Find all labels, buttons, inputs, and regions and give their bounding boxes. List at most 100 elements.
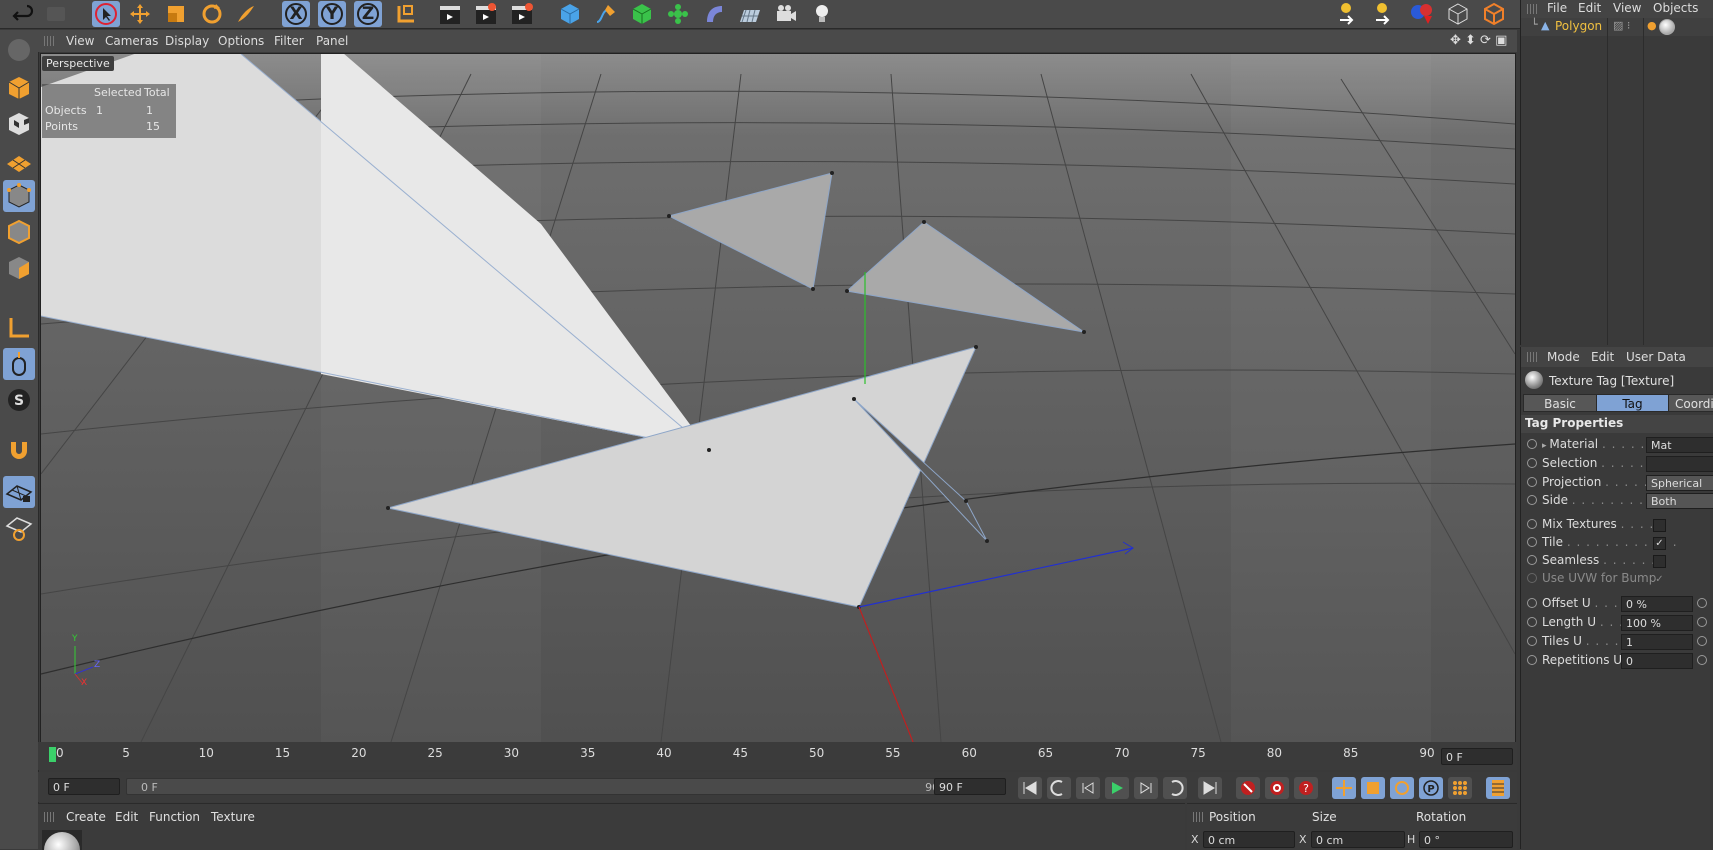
preview-range-slider[interactable]: 0 F 90 F [126,778,966,795]
camera-button[interactable] [772,1,800,27]
record-keys-button[interactable] [1236,777,1260,799]
repetitions-u-field[interactable]: 0 [1621,653,1693,669]
x-axis-lock-button[interactable]: X [282,1,310,27]
axis-settings-button[interactable] [1372,1,1400,27]
snap-button[interactable] [3,434,35,466]
menu-filter[interactable]: Filter [274,34,304,48]
scale-key-button[interactable] [1361,777,1385,799]
enable-axis-button[interactable] [3,312,35,344]
editor-visibility-icon[interactable]: ▨ ⁝ [1613,19,1630,32]
play-button[interactable] [1105,777,1129,799]
points-mode-button[interactable] [3,180,35,212]
tiles-u-field[interactable]: 1 [1621,634,1693,650]
scale-tool-button[interactable] [162,1,190,27]
redo-button[interactable] [42,1,70,27]
menu-display[interactable]: Display [165,34,209,48]
workplane-button[interactable] [3,144,35,176]
playhead-marker[interactable] [49,747,56,762]
material-thumbnail[interactable] [42,830,82,850]
animate-radio[interactable] [1527,636,1537,646]
keyframe-selection-button[interactable]: ? [1294,777,1318,799]
offset-u-field[interactable]: 0 % [1621,596,1693,612]
move-tool-button[interactable] [126,1,154,27]
material-menu-create[interactable]: Create [66,810,106,824]
animate-radio[interactable] [1527,537,1537,547]
light-button[interactable] [808,1,836,27]
selection-field[interactable] [1646,456,1713,472]
current-frame-field[interactable]: 0 F [1441,748,1513,765]
animate-radio[interactable] [1527,617,1537,627]
menu-view[interactable]: View [66,34,94,48]
autokeying-button[interactable] [1265,777,1289,799]
animate-radio-right[interactable] [1697,655,1707,665]
side-dropdown[interactable]: Both [1646,493,1713,509]
workplane-lock-button[interactable] [3,476,35,508]
menu-options[interactable]: Options [218,34,264,48]
animate-radio-right[interactable] [1697,636,1707,646]
point-level-key-button[interactable] [1448,777,1472,799]
animate-radio[interactable] [1527,495,1537,505]
solo-button[interactable]: S [3,384,35,416]
spline-button[interactable] [592,1,620,27]
render-view-button[interactable] [436,1,464,27]
array-button[interactable] [664,1,692,27]
rotate-tool-button[interactable] [198,1,226,27]
object-name[interactable]: Polygon [1555,19,1602,33]
material-link-field[interactable]: Mat [1646,437,1713,453]
timeline-ruler[interactable]: 0 5 10 15 20 25 30 35 40 45 50 55 60 65 70 75 80 85 90 0 F [38,742,1517,770]
size-x-field[interactable]: 0 cm [1311,831,1405,848]
y-axis-lock-button[interactable]: Y [318,1,346,27]
coordinate-system-button[interactable] [392,1,420,27]
seamless-checkbox[interactable] [1653,555,1666,568]
animate-radio[interactable] [1527,519,1537,529]
parameter-key-button[interactable]: P [1419,777,1443,799]
projection-dropdown[interactable]: Spherical [1646,475,1713,491]
mix-textures-checkbox[interactable] [1653,519,1666,532]
animate-radio[interactable] [1527,655,1537,665]
display-mode-button[interactable] [1480,1,1508,27]
workplane-align-button[interactable] [3,512,35,544]
rotation-h-field[interactable]: 0 ° [1419,831,1513,848]
animate-radio[interactable] [1527,439,1537,449]
render-settings-button[interactable] [508,1,536,27]
edges-mode-button[interactable] [3,216,35,248]
material-sphere-button[interactable] [1408,1,1436,27]
texture-mode-button[interactable] [3,108,35,140]
tab-basic[interactable]: Basic [1523,394,1597,412]
render-picture-viewer-button[interactable] [472,1,500,27]
render-dot-icon[interactable]: ● [1647,19,1657,32]
object-menu-grip[interactable] [1527,4,1537,14]
timeline-button[interactable] [1486,777,1510,799]
previous-key-button[interactable] [1047,777,1071,799]
position-key-button[interactable] [1332,777,1356,799]
material-menu-edit[interactable]: Edit [115,810,138,824]
previous-frame-button[interactable] [1076,777,1100,799]
objmenu-view[interactable]: View [1613,1,1641,15]
texture-tag-icon[interactable] [1659,19,1675,35]
cube-button[interactable] [556,1,584,27]
model-mode-button[interactable] [3,72,35,104]
material-menu-function[interactable]: Function [149,810,200,824]
attribute-menu-grip[interactable] [1527,352,1537,362]
tab-coordinates[interactable]: Coordin [1668,394,1713,412]
attrmenu-edit[interactable]: Edit [1591,350,1614,364]
animate-radio[interactable] [1527,555,1537,565]
menu-cameras[interactable]: Cameras [105,34,158,48]
go-to-end-button[interactable] [1198,777,1222,799]
position-x-field[interactable]: 0 cm [1203,831,1295,848]
animate-radio[interactable] [1527,458,1537,468]
animate-radio-right[interactable] [1697,617,1707,627]
objmenu-file[interactable]: File [1547,1,1567,15]
attrmenu-mode[interactable]: Mode [1547,350,1580,364]
deformer-button[interactable] [700,1,728,27]
snap-settings-button[interactable] [1336,1,1364,27]
menu-panel[interactable]: Panel [316,34,348,48]
subdivision-button[interactable] [628,1,656,27]
tab-tag[interactable]: Tag [1596,394,1669,412]
live-select-button[interactable] [232,1,260,27]
viewport-navigation-icons[interactable]: ✥ ⬍ ⟳ ▣ [1450,33,1507,48]
animate-radio[interactable] [1527,598,1537,608]
animate-radio-right[interactable] [1697,598,1707,608]
select-tool-button[interactable] [92,1,120,27]
objmenu-edit[interactable]: Edit [1578,1,1601,15]
